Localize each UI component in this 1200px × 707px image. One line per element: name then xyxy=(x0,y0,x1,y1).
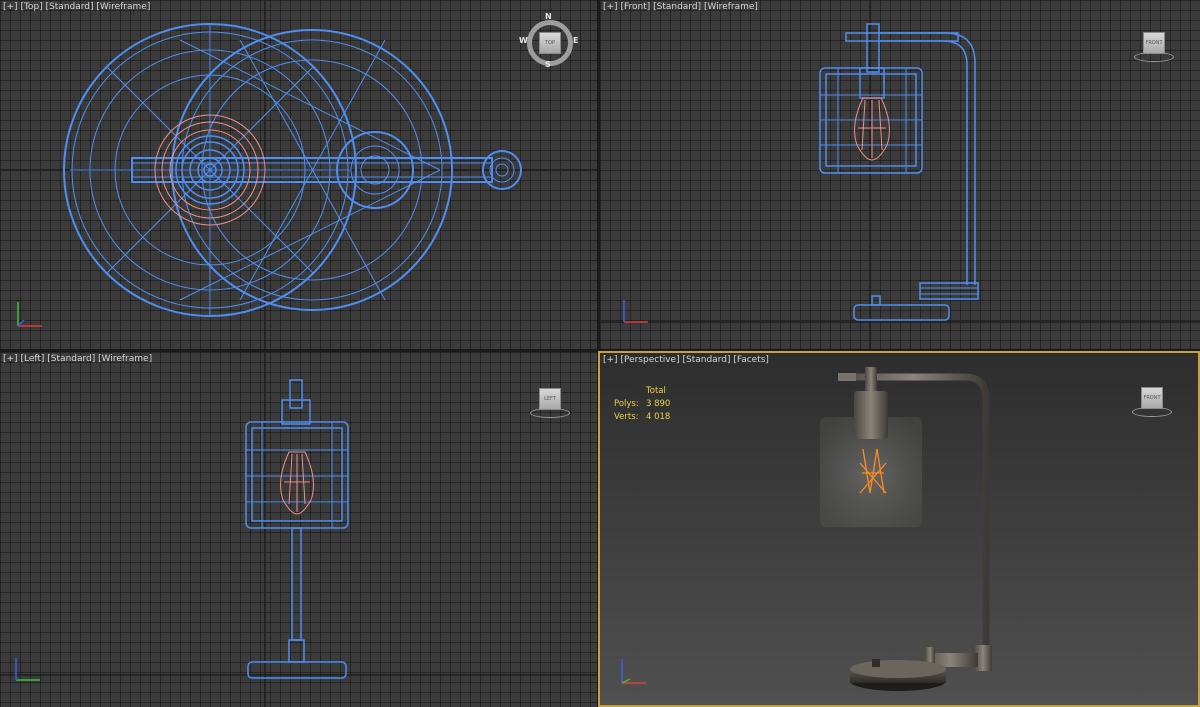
viewcube-left[interactable]: LEFT xyxy=(539,388,561,410)
viewport-label-front[interactable]: [+] [Front] [Standard] [Wireframe] xyxy=(603,2,758,12)
viewport-menu-plus[interactable]: [+] xyxy=(603,2,618,12)
axis-tripod-top xyxy=(17,302,42,327)
viewport-shading-standard[interactable]: [Standard] xyxy=(47,354,95,364)
axis-tripod-left xyxy=(15,658,40,681)
verts-label: Verts: xyxy=(614,412,639,422)
viewport-shading-standard[interactable]: [Standard] xyxy=(46,2,94,12)
compass-west: W xyxy=(519,36,528,45)
axis-tripod-front xyxy=(623,300,648,323)
verts-value: 4 018 xyxy=(646,412,671,422)
top-wireframe-scene xyxy=(0,0,597,349)
viewport-front[interactable]: [+] [Front] [Standard] [Wireframe] FRONT xyxy=(600,0,1200,349)
viewport-display-mode[interactable]: [Wireframe] xyxy=(98,354,152,364)
front-wireframe-scene xyxy=(600,0,1200,349)
viewport-menu-plus[interactable]: [+] xyxy=(3,2,18,12)
axis-tripod-perspective xyxy=(621,659,646,684)
compass-north: N xyxy=(545,12,552,21)
viewport-shading-standard[interactable]: [Standard] xyxy=(653,2,701,12)
viewcube-compass[interactable]: TOP N S E W xyxy=(519,12,579,70)
viewport-label-perspective[interactable]: [+] [Perspective] [Standard] [Facets] xyxy=(603,355,769,365)
viewport-display-mode[interactable]: [Facets] xyxy=(733,355,769,365)
polys-label: Polys: xyxy=(614,399,639,409)
viewcube-top[interactable]: TOP xyxy=(539,32,561,54)
left-wireframe-scene xyxy=(0,352,597,707)
viewport-display-mode[interactable]: [Wireframe] xyxy=(96,2,150,12)
compass-south: S xyxy=(545,60,551,69)
viewport-perspective[interactable]: [+] [Perspective] [Standard] [Facets] To… xyxy=(598,351,1200,707)
viewport-label-top[interactable]: [+] [Top] [Standard] [Wireframe] xyxy=(3,2,150,12)
stats-header: Total xyxy=(646,386,666,396)
polys-value: 3 890 xyxy=(646,399,671,409)
compass-east: E xyxy=(573,36,579,45)
viewport-shading-standard[interactable]: [Standard] xyxy=(682,355,730,365)
viewport-left[interactable]: [+] [Left] [Standard] [Wireframe] LEFT xyxy=(0,352,597,707)
viewport-point-of-view[interactable]: [Front] xyxy=(620,2,650,12)
viewport-display-mode[interactable]: [Wireframe] xyxy=(704,2,758,12)
statistics-overlay: Total Polys: 3 890 Verts: 4 018 xyxy=(614,385,696,424)
viewcube-front[interactable]: FRONT xyxy=(1143,32,1165,54)
viewcube-perspective[interactable]: FRONT xyxy=(1141,387,1163,409)
viewport-menu-plus[interactable]: [+] xyxy=(603,355,618,365)
viewport-point-of-view[interactable]: [Left] xyxy=(20,354,44,364)
viewport-point-of-view[interactable]: [Perspective] xyxy=(620,355,679,365)
viewport-label-left[interactable]: [+] [Left] [Standard] [Wireframe] xyxy=(3,354,152,364)
viewport-top[interactable]: [+] [Top] [Standard] [Wireframe] TOP N S… xyxy=(0,0,597,349)
viewport-point-of-view[interactable]: [Top] xyxy=(20,2,42,12)
viewport-menu-plus[interactable]: [+] xyxy=(3,354,18,364)
